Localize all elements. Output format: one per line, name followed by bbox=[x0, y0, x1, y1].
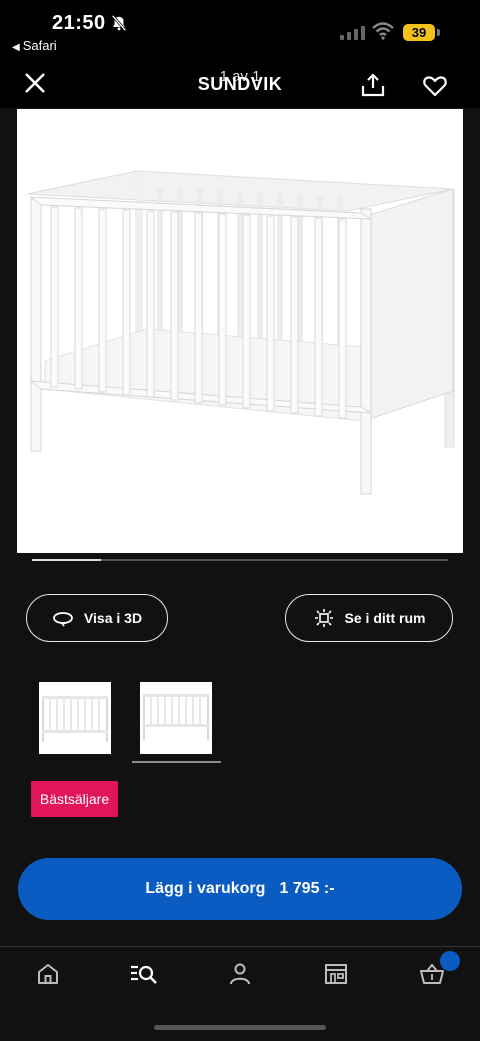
bestseller-badge: Bästsäljare bbox=[31, 781, 118, 817]
tab-search[interactable] bbox=[130, 961, 158, 987]
store-icon bbox=[325, 964, 347, 984]
add-to-cart-price: 1 795 :- bbox=[279, 880, 335, 897]
crib-thumbnail-image bbox=[143, 694, 209, 740]
tab-store[interactable] bbox=[323, 961, 349, 987]
page-title: SUNDVIK bbox=[197, 74, 283, 94]
thumbnail-1[interactable] bbox=[39, 682, 111, 754]
view-3d-label: Visa i 3D bbox=[83, 610, 143, 626]
tab-profile[interactable] bbox=[227, 961, 253, 987]
home-indicator bbox=[154, 1025, 326, 1030]
view-3d-button[interactable]: Visa i 3D bbox=[26, 594, 168, 642]
wifi-icon bbox=[372, 22, 394, 40]
view-in-room-button[interactable]: Se i ditt rum bbox=[285, 594, 453, 642]
cart-notification-dot bbox=[440, 951, 460, 971]
ar-cube-icon bbox=[314, 609, 333, 627]
back-to-app-link[interactable]: ◀ Safari bbox=[12, 38, 57, 53]
cellular-signal-icon bbox=[340, 26, 365, 40]
share-icon[interactable] bbox=[360, 72, 386, 98]
add-to-cart-label: Lägg i varukorg bbox=[145, 880, 266, 897]
profile-icon bbox=[230, 963, 250, 985]
battery-indicator: 39 bbox=[403, 24, 435, 41]
battery-tip bbox=[437, 29, 440, 36]
view-in-room-label: Se i ditt rum bbox=[344, 610, 426, 626]
tab-home[interactable] bbox=[35, 961, 61, 987]
thumbnail-selected-indicator bbox=[132, 761, 221, 763]
thumbnail-2[interactable] bbox=[140, 682, 212, 754]
silent-bell-icon bbox=[111, 14, 127, 32]
app-bar: 1 av 1 SUNDVIK bbox=[0, 60, 480, 108]
add-to-cart-button[interactable]: Lägg i varukorg 1 795 :- bbox=[18, 858, 462, 920]
status-bar: 21:50 ◀ Safari 39 bbox=[0, 0, 480, 60]
crib-thumbnail-image bbox=[42, 696, 108, 742]
home-icon bbox=[38, 964, 58, 984]
crib-illustration bbox=[26, 170, 455, 495]
back-app-label: Safari bbox=[22, 38, 57, 53]
search-icon bbox=[131, 965, 157, 984]
gallery-progress-fill bbox=[32, 559, 101, 561]
gallery-progress-track bbox=[32, 559, 448, 561]
rotate-3d-icon bbox=[53, 612, 73, 627]
product-image[interactable] bbox=[17, 109, 463, 553]
status-time: 21:50 bbox=[52, 12, 106, 34]
heart-icon[interactable] bbox=[422, 73, 448, 99]
back-triangle-icon: ◀ bbox=[12, 42, 20, 53]
